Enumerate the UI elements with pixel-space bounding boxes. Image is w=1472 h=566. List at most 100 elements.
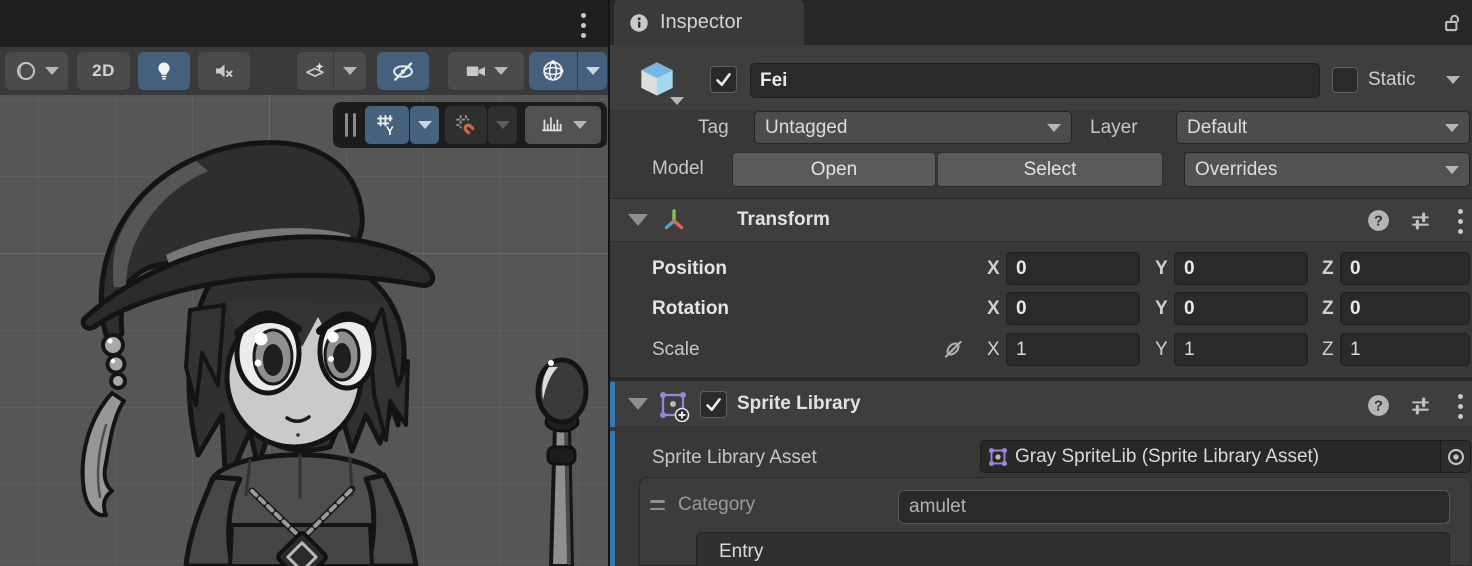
lock-open-icon[interactable] xyxy=(1438,10,1464,36)
snap-increment-button[interactable] xyxy=(525,106,601,144)
sprite-library-asset-label: Sprite Library Asset xyxy=(652,447,817,469)
object-picker-icon xyxy=(1445,446,1467,468)
model-overrides-dropdown[interactable]: Overrides xyxy=(1184,152,1470,187)
axis-y-label: Y xyxy=(1155,258,1168,280)
scale-y-input[interactable]: 1 xyxy=(1174,333,1308,366)
sprite-library-enabled-checkbox[interactable] xyxy=(700,391,727,418)
tab-label: Inspector xyxy=(660,11,742,34)
axis-x-label: X xyxy=(987,339,1000,361)
camera-settings-button[interactable] xyxy=(448,52,524,90)
gizmos-toggle-button[interactable] xyxy=(529,52,577,90)
presets-icon[interactable] xyxy=(1408,393,1433,418)
snap-increment-ruler-icon xyxy=(539,112,565,138)
hidden-objects-toggle-button[interactable] xyxy=(377,52,429,90)
audio-toggle-button[interactable] xyxy=(198,52,250,90)
light-bulb-icon xyxy=(152,59,176,83)
axis-y-label: Y xyxy=(1155,298,1168,320)
position-x-input[interactable]: 0 xyxy=(1006,252,1140,285)
tab-inspector[interactable]: Inspector xyxy=(614,0,804,45)
check-icon xyxy=(704,395,723,414)
transform-foldout-icon[interactable] xyxy=(628,214,648,226)
scale-z-input[interactable]: 1 xyxy=(1340,333,1470,366)
model-select-button[interactable]: Select xyxy=(937,152,1163,187)
grid-overlay-toolbar: Y xyxy=(333,102,607,148)
chevron-down-icon xyxy=(1445,166,1459,174)
sprite-library-asset-field[interactable]: Gray SpriteLib (Sprite Library Asset) xyxy=(980,440,1441,473)
grid-visibility-dropdown[interactable] xyxy=(410,106,439,144)
axis-z-label: Z xyxy=(1322,298,1334,320)
sprite-library-icon xyxy=(656,388,690,422)
help-icon[interactable]: ? xyxy=(1366,208,1391,233)
axis-y-label: Y xyxy=(1155,339,1168,361)
unlink-icon[interactable] xyxy=(940,336,966,362)
check-icon xyxy=(714,70,733,89)
sprite-library-asset-icon xyxy=(987,446,1009,468)
pane-menu-icon[interactable] xyxy=(581,13,586,38)
grid-y-icon: Y xyxy=(374,112,400,138)
grid-snapping-dropdown[interactable] xyxy=(488,106,517,144)
transform-menu-icon[interactable] xyxy=(1458,209,1463,234)
2d-toggle-button[interactable]: 2D xyxy=(77,52,130,90)
rotation-z-input[interactable]: 0 xyxy=(1340,292,1470,325)
staff xyxy=(538,360,586,566)
character-sprite xyxy=(0,95,608,566)
info-icon xyxy=(628,12,650,34)
static-label: Static xyxy=(1368,69,1416,91)
override-highlight-bar xyxy=(610,382,615,427)
grid-snapping-button[interactable] xyxy=(445,106,487,144)
chevron-down-icon xyxy=(573,121,587,129)
2d-label: 2D xyxy=(92,61,115,81)
layer-label: Layer xyxy=(1090,117,1138,139)
scene-viewport[interactable]: Y xyxy=(0,95,608,566)
chevron-down-icon xyxy=(343,67,357,75)
category-list-item: Category amulet Entry xyxy=(639,477,1471,566)
tag-dropdown[interactable]: Untagged xyxy=(754,111,1072,144)
axis-x-label: X xyxy=(987,258,1000,280)
tag-label: Tag xyxy=(698,117,729,139)
chevron-down-icon xyxy=(496,121,510,129)
category-label: Category xyxy=(678,494,755,516)
chevron-down-icon xyxy=(45,67,59,75)
toolbar-drag-handle[interactable] xyxy=(345,113,356,137)
presets-icon[interactable] xyxy=(1408,208,1433,233)
position-z-input[interactable]: 0 xyxy=(1340,252,1470,285)
gizmo-globe-icon xyxy=(540,58,566,84)
category-value-input[interactable]: amulet xyxy=(898,490,1450,524)
sprite-library-title: Sprite Library xyxy=(737,393,861,415)
chevron-down-icon xyxy=(494,67,508,75)
effects-toggle-button[interactable] xyxy=(297,52,333,90)
axis-z-label: Z xyxy=(1322,258,1334,280)
svg-text:?: ? xyxy=(1374,399,1383,415)
lighting-toggle-button[interactable] xyxy=(138,52,190,90)
gameobject-name-input[interactable]: Fei xyxy=(750,63,1320,98)
sprite-library-foldout-icon[interactable] xyxy=(628,398,648,410)
sprite-library-menu-icon[interactable] xyxy=(1458,394,1463,419)
layer-dropdown[interactable]: Default xyxy=(1176,111,1470,144)
model-open-button[interactable]: Open xyxy=(732,152,936,187)
drag-handle-icon[interactable] xyxy=(650,500,665,510)
camera-icon xyxy=(464,59,488,83)
rotation-y-input[interactable]: 0 xyxy=(1174,292,1308,325)
active-checkbox[interactable] xyxy=(710,66,737,93)
axis-x-label: X xyxy=(987,298,1000,320)
prefab-foldout-icon[interactable] xyxy=(670,97,684,105)
transform-icon xyxy=(660,206,688,234)
audio-muted-icon xyxy=(212,59,236,83)
grid-visibility-button[interactable]: Y xyxy=(365,106,409,144)
static-dropdown-icon[interactable] xyxy=(1446,76,1460,84)
scale-x-input[interactable]: 1 xyxy=(1006,333,1140,366)
scene-pane-header xyxy=(0,0,608,47)
position-y-input[interactable]: 0 xyxy=(1174,252,1308,285)
effects-icon xyxy=(303,59,327,83)
static-checkbox[interactable] xyxy=(1332,67,1358,93)
help-icon[interactable]: ? xyxy=(1366,393,1391,418)
chevron-down-icon xyxy=(418,121,432,129)
scene-view-panel: 2D xyxy=(0,0,608,566)
gizmos-dropdown-button[interactable] xyxy=(578,52,607,90)
effects-dropdown-button[interactable] xyxy=(334,52,366,90)
object-picker-button[interactable] xyxy=(1441,440,1471,473)
entry-header[interactable]: Entry xyxy=(696,532,1450,566)
rotation-x-input[interactable]: 0 xyxy=(1006,292,1140,325)
model-label: Model xyxy=(652,158,704,180)
shading-mode-button[interactable] xyxy=(5,52,68,90)
